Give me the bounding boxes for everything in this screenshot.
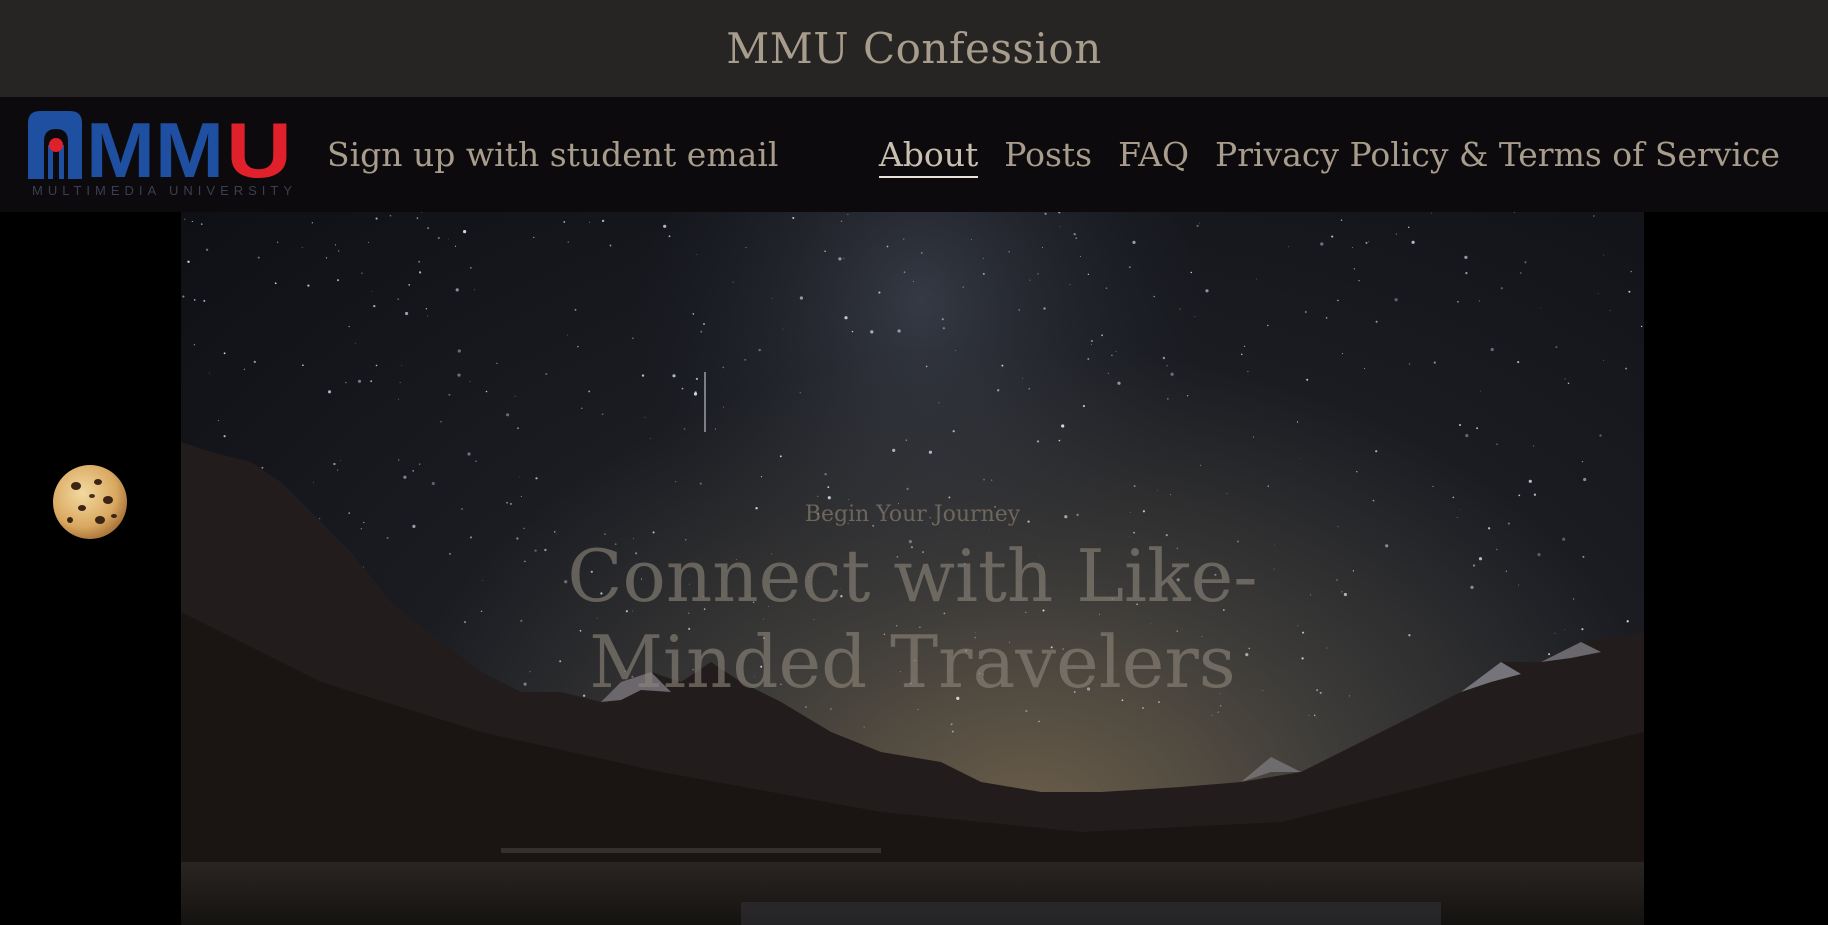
logo-mark-icon xyxy=(28,111,82,179)
nav-link-faq[interactable]: FAQ xyxy=(1118,135,1189,178)
logo-subtext: MULTIMEDIA UNIVERSITY xyxy=(32,183,292,198)
hero-kicker: Begin Your Journey xyxy=(804,502,1021,527)
signup-link[interactable]: Sign up with student email xyxy=(327,135,778,174)
hero-heading: Connect with Like-Minded Travelers xyxy=(567,534,1258,704)
hero-caption: Begin Your Journey Connect with Like-Min… xyxy=(181,502,1644,705)
right-gutter xyxy=(1644,212,1828,925)
nav-link-posts[interactable]: Posts xyxy=(1004,135,1092,178)
nav-links: About Posts FAQ Privacy Policy & Terms o… xyxy=(878,135,1780,178)
svg-text:U: U xyxy=(226,111,292,194)
hero-banner: Begin Your Journey Connect with Like-Min… xyxy=(181,212,1644,925)
cookie-icon[interactable] xyxy=(52,464,128,540)
nav-link-about[interactable]: About xyxy=(878,135,979,178)
nav-bar: MM U MULTIMEDIA UNIVERSITY Sign up with … xyxy=(0,97,1828,212)
site-title: MMU Confession xyxy=(726,24,1102,73)
top-bar: MMU Confession xyxy=(0,0,1828,97)
logo-text: MM xyxy=(86,111,224,194)
mmu-logo[interactable]: MM U MULTIMEDIA UNIVERSITY xyxy=(26,111,304,199)
left-gutter xyxy=(0,212,181,925)
nav-link-privacy-terms[interactable]: Privacy Policy & Terms of Service xyxy=(1215,135,1780,178)
